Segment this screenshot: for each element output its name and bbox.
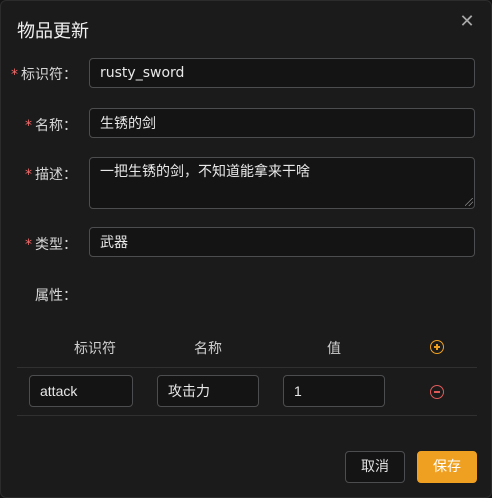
id-label-text: 标识符： — [21, 67, 77, 83]
column-header-id: 标识符 — [74, 341, 116, 357]
description-textarea[interactable] — [89, 157, 475, 209]
item-update-dialog: 物品更新 ✕ *标识符： *名称： *描述： *类型： 属性： 标识符 名称 值… — [0, 0, 492, 498]
name-input[interactable] — [89, 108, 475, 138]
table-row — [17, 367, 477, 416]
type-label: * 类型： — [3, 234, 77, 254]
name-label-text: 名称： — [35, 118, 77, 134]
type-input[interactable] — [89, 227, 475, 257]
required-mark: * — [11, 67, 18, 83]
attributes-label: 属性： — [35, 288, 77, 304]
close-icon[interactable]: ✕ — [457, 12, 477, 32]
attribute-value-input[interactable] — [283, 375, 385, 407]
id-label: * 标识符： — [3, 64, 77, 84]
dialog-title: 物品更新 — [17, 21, 89, 42]
resize-handle-icon[interactable] — [465, 198, 473, 206]
desc-label-text: 描述： — [35, 167, 77, 183]
save-button[interactable]: 保存 — [417, 451, 477, 483]
desc-label: * 描述： — [3, 164, 77, 184]
type-label-text: 类型： — [35, 237, 77, 253]
cancel-button[interactable]: 取消 — [345, 451, 405, 483]
required-mark: * — [25, 167, 32, 183]
name-label: * 名称： — [3, 115, 77, 135]
attribute-id-input[interactable] — [29, 375, 133, 407]
id-input[interactable] — [89, 58, 475, 88]
remove-attribute-icon[interactable] — [430, 385, 444, 399]
required-mark: * — [25, 118, 32, 134]
column-header-name: 名称 — [194, 341, 222, 357]
column-header-value: 值 — [327, 341, 341, 357]
required-mark: * — [25, 237, 32, 253]
attribute-name-input[interactable] — [157, 375, 259, 407]
attributes-table-header: 标识符 名称 值 — [17, 327, 477, 368]
add-attribute-icon[interactable] — [430, 340, 444, 354]
